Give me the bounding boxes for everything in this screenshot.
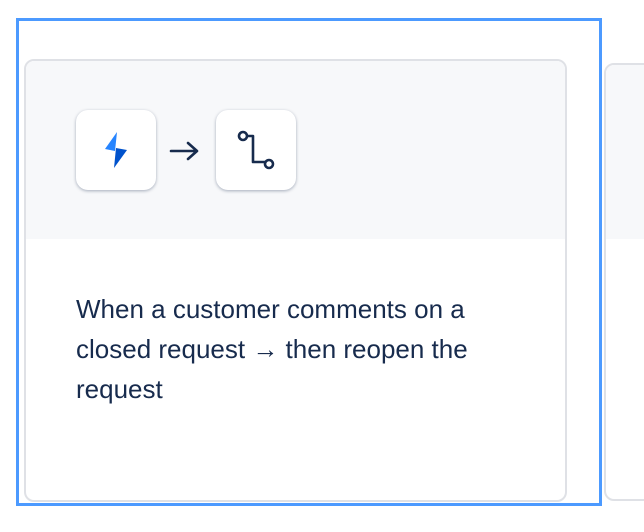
automation-rule-card[interactable]: When a customer comments on a closed req… bbox=[24, 59, 567, 502]
arrow-right-icon bbox=[169, 141, 199, 161]
rule-description: When a customer comments on a closed req… bbox=[76, 294, 468, 404]
lightning-bolt-icon bbox=[105, 132, 127, 168]
branch-path-icon bbox=[237, 130, 275, 170]
card-header bbox=[26, 61, 565, 239]
next-card-header bbox=[606, 65, 644, 239]
next-automation-rule-card[interactable] bbox=[604, 63, 644, 501]
trigger-icon-tile bbox=[76, 110, 156, 190]
action-icon-tile bbox=[216, 110, 296, 190]
